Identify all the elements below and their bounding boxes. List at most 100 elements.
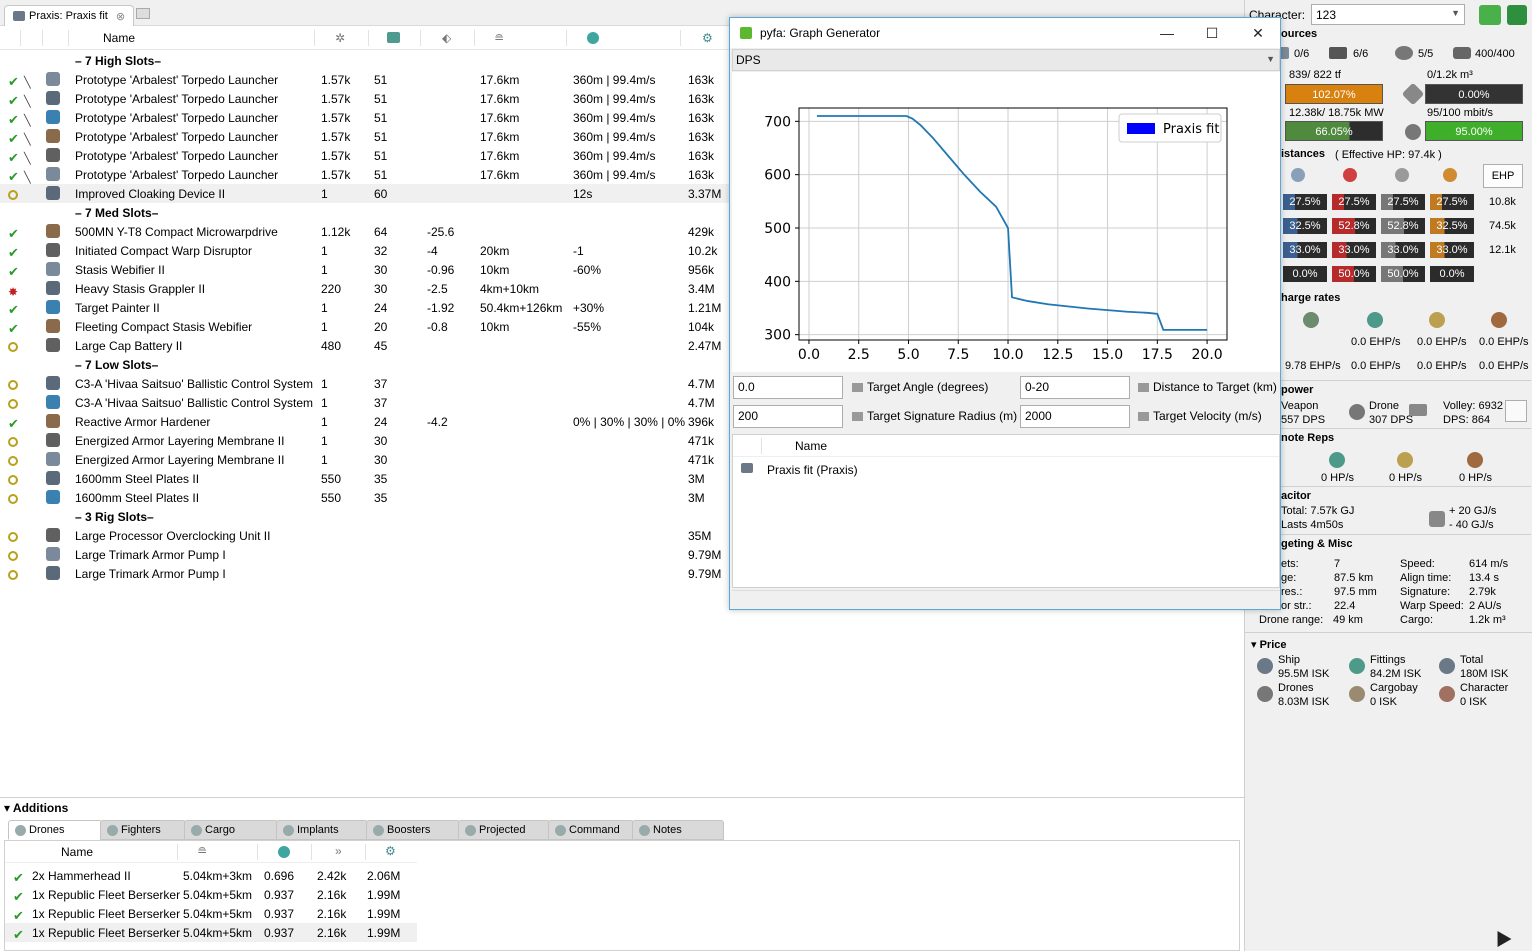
module-online-icon[interactable] bbox=[8, 567, 20, 580]
module-row[interactable]: Improved Cloaking Device II 1 60 12s 3.37M bbox=[0, 184, 730, 203]
ehp-toggle-button[interactable]: EHP bbox=[1483, 164, 1523, 188]
module-active-icon[interactable]: ✔ bbox=[8, 149, 20, 164]
module-row[interactable]: Large Trimark Armor Pump I 9.79M bbox=[0, 564, 730, 583]
remote-reps-title[interactable]: note Reps bbox=[1281, 432, 1334, 444]
slot-group-header[interactable]: – 3 Rig Slots– bbox=[0, 507, 730, 526]
tab-boosters[interactable]: Boosters bbox=[366, 820, 460, 840]
module-active-icon[interactable]: ✔ bbox=[8, 168, 20, 183]
module-online-icon[interactable] bbox=[8, 453, 20, 466]
module-active-icon[interactable]: ✔ bbox=[8, 244, 20, 259]
drone-row[interactable]: ✔ 1x Republic Fleet Berserker 5.04km+5km 0.… bbox=[5, 923, 417, 942]
module-row[interactable]: ✔ ╲ Prototype 'Arbalest' Torpedo Launcher 1… bbox=[0, 89, 730, 108]
graph-type-select[interactable]: DPS ▼ bbox=[732, 49, 1280, 71]
module-row[interactable]: 1600mm Steel Plates II 550 35 3M bbox=[0, 488, 730, 507]
fit-tab[interactable]: Praxis: Praxis fit ⊗ bbox=[4, 5, 134, 26]
module-online-icon[interactable] bbox=[8, 491, 20, 504]
price-col-icon[interactable]: ⚙ bbox=[385, 844, 396, 858]
slot-group-header[interactable]: – 7 High Slots– bbox=[0, 51, 730, 70]
tab-drones[interactable]: Drones bbox=[8, 820, 102, 840]
module-row[interactable]: ✔ ╲ Prototype 'Arbalest' Torpedo Launcher 1… bbox=[0, 146, 730, 165]
module-active-icon[interactable]: ✔ bbox=[8, 73, 20, 88]
drone-row[interactable]: ✔ 2x Hammerhead II 5.04km+3km 0.696 2.42k 2.0… bbox=[5, 866, 417, 885]
module-online-icon[interactable] bbox=[8, 472, 20, 485]
module-online-icon[interactable] bbox=[8, 339, 20, 352]
module-row[interactable]: ✔ ╲ Prototype 'Arbalest' Torpedo Launcher 1… bbox=[0, 108, 730, 127]
cpu-col-icon[interactable]: ✲ bbox=[335, 31, 345, 45]
module-active-icon[interactable]: ✔ bbox=[8, 225, 20, 240]
module-active-icon[interactable]: ✔ bbox=[8, 92, 20, 107]
target-angle-input[interactable]: 0.0 bbox=[733, 376, 843, 399]
module-online-icon[interactable] bbox=[8, 377, 20, 390]
targeting-misc-title[interactable]: geting & Misc bbox=[1281, 538, 1353, 550]
distance-input[interactable]: 0-20 bbox=[1020, 376, 1130, 399]
tab-cargo[interactable]: Cargo bbox=[184, 820, 278, 840]
tracking-col-icon[interactable] bbox=[278, 846, 290, 858]
graph-fit-list-item[interactable]: Praxis fit (Praxis) bbox=[733, 459, 1279, 479]
capacitor-title[interactable]: acitor bbox=[1281, 490, 1311, 502]
module-row[interactable]: Large Trimark Armor Pump I 9.79M bbox=[0, 545, 730, 564]
module-row[interactable]: ✔ Reactive Armor Hardener 1 24 -4.2 0% | 30% … bbox=[0, 412, 730, 431]
new-tab-icon[interactable] bbox=[136, 8, 150, 19]
tracking-col-icon[interactable] bbox=[587, 32, 599, 44]
module-row[interactable]: ✔ Stasis Webifier II 1 30 -0.96 10km -60% 956k bbox=[0, 260, 730, 279]
module-row[interactable]: ✔ ╲ Prototype 'Arbalest' Torpedo Launcher 1… bbox=[0, 70, 730, 89]
module-row[interactable]: 1600mm Steel Plates II 550 35 3M bbox=[0, 469, 730, 488]
module-row[interactable]: ✸ Heavy Stasis Grappler II 220 30 -2.5 4km+10… bbox=[0, 279, 730, 299]
powergrid-col-icon[interactable] bbox=[387, 32, 400, 43]
col-name[interactable]: Name bbox=[103, 31, 135, 45]
firepower-title[interactable]: power bbox=[1281, 384, 1313, 396]
module-row[interactable]: ✔ ╲ Prototype 'Arbalest' Torpedo Launcher 1… bbox=[0, 165, 730, 184]
module-row[interactable]: Energized Armor Layering Membrane II 1 30 4… bbox=[0, 431, 730, 450]
module-row[interactable]: ✔ Initiated Compact Warp Disruptor 1 32 -4 20… bbox=[0, 241, 730, 260]
capacitor-col-icon[interactable]: ⬖ bbox=[442, 31, 451, 45]
module-row[interactable]: ✔ 500MN Y-T8 Compact Microwarpdrive 1.12k 6… bbox=[0, 222, 730, 241]
module-row[interactable]: ✔ Target Painter II 1 24 -1.92 50.4km+126km +3… bbox=[0, 298, 730, 317]
module-row[interactable]: Large Cap Battery II 480 45 2.47M bbox=[0, 336, 730, 355]
tab-projected[interactable]: Projected bbox=[458, 820, 550, 840]
module-row[interactable]: Energized Armor Layering Membrane II 1 30 4… bbox=[0, 450, 730, 469]
drone-row[interactable]: ✔ 1x Republic Fleet Berserker 5.04km+5km 0.… bbox=[5, 885, 417, 904]
module-row[interactable]: Large Processor Overclocking Unit II 35M bbox=[0, 526, 730, 545]
module-active-icon[interactable]: ✔ bbox=[8, 111, 20, 126]
module-active-icon[interactable]: ✔ bbox=[8, 301, 20, 316]
graph-list-col-name[interactable]: Name bbox=[795, 439, 827, 453]
dps-settings-button[interactable] bbox=[1505, 400, 1527, 422]
module-active-icon[interactable]: ✔ bbox=[8, 130, 20, 145]
module-active-icon[interactable]: ✔ bbox=[8, 415, 20, 430]
module-active-icon[interactable]: ✔ bbox=[8, 263, 20, 278]
slot-group-header[interactable]: – 7 Low Slots– bbox=[0, 355, 730, 374]
close-tab-icon[interactable]: ⊗ bbox=[116, 10, 125, 23]
module-online-icon[interactable] bbox=[8, 187, 20, 200]
resistances-title[interactable]: istances bbox=[1281, 148, 1325, 160]
signature-radius-input[interactable]: 200 bbox=[733, 405, 843, 428]
additions-title[interactable]: ▾ Additions bbox=[4, 801, 68, 815]
slot-group-header[interactable]: – 7 Med Slots– bbox=[0, 203, 730, 222]
minimize-icon[interactable]: — bbox=[1156, 22, 1178, 44]
module-row[interactable]: ✔ ╲ Prototype 'Arbalest' Torpedo Launcher 1… bbox=[0, 127, 730, 146]
refresh-character-icon[interactable] bbox=[1479, 5, 1501, 25]
module-overheat-icon[interactable]: ✸ bbox=[8, 282, 20, 299]
tab-implants[interactable]: Implants bbox=[276, 820, 368, 840]
price-col-icon[interactable]: ⚙ bbox=[702, 31, 713, 45]
module-online-icon[interactable] bbox=[8, 396, 20, 409]
character-skills-icon[interactable] bbox=[1507, 5, 1527, 25]
tab-command[interactable]: Command bbox=[548, 820, 634, 840]
character-select[interactable]: 123 ▼ bbox=[1311, 4, 1465, 25]
recharge-title[interactable]: harge rates bbox=[1281, 292, 1340, 304]
module-online-icon[interactable] bbox=[8, 548, 20, 561]
dps-col-icon[interactable]: » bbox=[335, 844, 342, 858]
range-col-icon[interactable]: ≘ bbox=[494, 31, 504, 45]
module-active-icon[interactable]: ✔ bbox=[8, 320, 20, 335]
drones-col-name[interactable]: Name bbox=[61, 845, 93, 859]
tab-fighters[interactable]: Fighters bbox=[100, 820, 186, 840]
target-velocity-input[interactable]: 2000 bbox=[1020, 405, 1130, 428]
drone-row[interactable]: ✔ 1x Republic Fleet Berserker 5.04km+5km 0.… bbox=[5, 904, 417, 923]
module-online-icon[interactable] bbox=[8, 434, 20, 447]
price-title[interactable]: ▾ Price bbox=[1251, 638, 1287, 651]
module-row[interactable]: C3-A 'Hivaa Saitsuo' Ballistic Control S… bbox=[0, 374, 730, 393]
module-row[interactable]: C3-A 'Hivaa Saitsuo' Ballistic Control S… bbox=[0, 393, 730, 412]
close-icon[interactable]: ✕ bbox=[1247, 22, 1269, 44]
maximize-icon[interactable]: ☐ bbox=[1201, 22, 1223, 44]
tab-notes[interactable]: Notes bbox=[632, 820, 724, 840]
module-row[interactable]: ✔ Fleeting Compact Stasis Webifier 1 20 -0.8… bbox=[0, 317, 730, 336]
